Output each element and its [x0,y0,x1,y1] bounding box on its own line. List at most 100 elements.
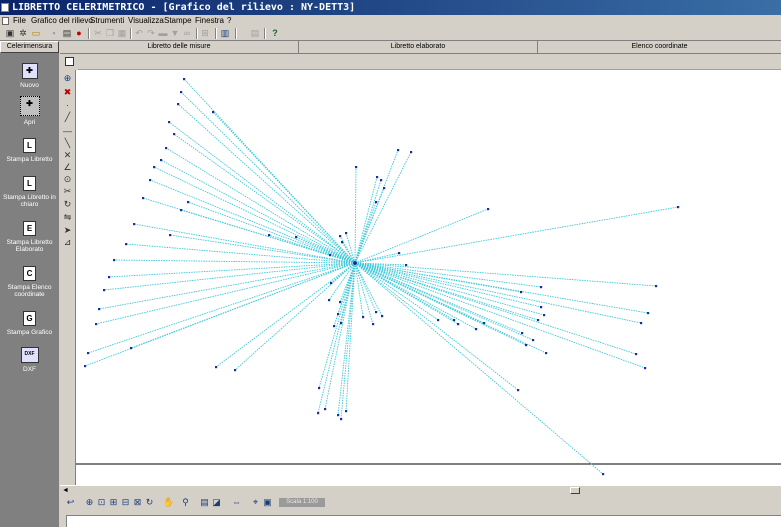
survey-point[interactable] [339,301,342,304]
scroll-thumb[interactable] [570,487,580,494]
help-icon[interactable]: ? [270,28,280,38]
zoom-extents-icon[interactable]: ⊞ [108,497,119,508]
horizontal-scrollbar[interactable]: ◄ [60,485,781,495]
survey-point[interactable] [160,159,163,162]
survey-point[interactable] [345,232,348,235]
survey-point[interactable] [317,412,320,415]
mirror-icon[interactable]: ⇋ [62,212,73,222]
survey-point[interactable] [215,366,218,369]
survey-point[interactable] [602,473,605,476]
survey-point[interactable] [405,264,408,267]
survey-point[interactable] [355,166,358,169]
station-point[interactable] [353,261,357,265]
survey-point[interactable] [410,151,413,154]
survey-point[interactable] [540,286,543,289]
survey-point[interactable] [521,332,524,335]
survey-point[interactable] [125,243,128,246]
survey-point[interactable] [635,353,638,356]
angle-icon[interactable]: ∠ [62,162,73,172]
survey-point[interactable] [341,241,344,244]
zoom-all-icon[interactable]: ⊠ [132,497,143,508]
sidebar-item-stampa-elenco[interactable]: C Stampa Elenco coordinate [0,266,59,298]
table-icon[interactable]: ▤ [250,28,260,38]
survey-point[interactable] [318,387,321,390]
menu-grafico[interactable]: Grafico del rilievo [31,16,93,26]
survey-point[interactable] [98,308,101,311]
survey-point[interactable] [149,179,152,182]
survey-point[interactable] [165,147,168,150]
survey-point[interactable] [525,344,528,347]
survey-point[interactable] [153,166,156,169]
undo-icon[interactable]: ↶ [134,28,144,38]
arrow-tool-icon[interactable]: ➤ [62,225,73,235]
survey-point[interactable] [234,369,237,372]
survey-point[interactable] [677,206,680,209]
survey-point[interactable] [483,322,486,325]
measure-icon[interactable]: ⊿ [62,237,73,247]
tab-elenco-coordinate[interactable]: Elenco coordinate [538,41,781,53]
survey-point[interactable] [133,223,136,226]
survey-point[interactable] [340,322,343,325]
survey-point[interactable] [520,291,523,294]
survey-point[interactable] [87,352,90,355]
menu-help[interactable]: ? [227,16,231,26]
swap-icon[interactable]: ⇔ [231,497,242,508]
survey-point[interactable] [340,418,343,421]
fill-icon[interactable]: ◪ [211,497,222,508]
tab-libretto-elaborato[interactable]: Libretto elaborato [299,41,538,53]
sidebar-item-stampa-libretto[interactable]: L Stampa Libretto [0,138,59,163]
survey-point[interactable] [84,365,87,368]
pan-icon[interactable]: ✋ [163,497,174,508]
survey-point[interactable] [345,410,348,413]
survey-point[interactable] [108,276,111,279]
survey-point[interactable] [537,319,540,322]
survey-point[interactable] [268,234,271,237]
sidebar-item-stampa-libretto-chiaro[interactable]: L Stampa Libretto in chiaro [0,176,59,208]
copy-icon[interactable]: ❐ [105,28,115,38]
survey-point[interactable] [295,236,298,239]
back-icon[interactable]: ↩ [65,497,76,508]
survey-point[interactable] [381,315,384,318]
hline-icon[interactable]: — [62,126,73,136]
survey-point[interactable] [398,252,401,255]
survey-point[interactable] [475,328,478,331]
redo-icon[interactable]: ↷ [146,28,156,38]
menu-visualizza[interactable]: Visualizza [128,16,164,26]
rotate-icon[interactable]: ↻ [62,199,73,209]
delete-point-icon[interactable]: ✖ [62,87,73,97]
menu-file[interactable]: File [13,16,26,26]
survey-point[interactable] [169,234,172,237]
survey-point[interactable] [375,311,378,314]
line-icon[interactable]: ╱ [62,112,73,122]
survey-point[interactable] [540,306,543,309]
survey-point[interactable] [142,197,145,200]
sidebar-item-stampa-elaborato[interactable]: E Stampa Libretto Elaborato [0,221,59,253]
survey-point[interactable] [545,352,548,355]
survey-point[interactable] [383,187,386,190]
survey-point[interactable] [212,111,215,114]
survey-point[interactable] [173,133,176,136]
survey-point[interactable] [187,201,190,204]
sidebar-item-dxf[interactable]: DXF DXF [0,347,59,373]
survey-point[interactable] [457,323,460,326]
grid-toggle[interactable] [60,54,78,70]
search-icon[interactable]: ⚲ [180,497,191,508]
survey-point[interactable] [453,319,456,322]
zoom-window-icon[interactable]: ⊡ [96,497,107,508]
cross-lines-icon[interactable]: ✕ [62,150,73,160]
survey-point[interactable] [517,389,520,392]
survey-point[interactable] [380,179,383,182]
survey-point[interactable] [437,319,440,322]
survey-point[interactable] [532,339,535,342]
print-icon[interactable]: ▤ [62,28,72,38]
node-icon[interactable]: ⌖ [250,497,261,508]
survey-point[interactable] [333,325,336,328]
scroll-left-arrow-icon[interactable]: ◄ [61,486,70,495]
survey-point[interactable] [487,208,490,211]
survey-point[interactable] [543,314,546,317]
sidebar-item-stampa-grafico[interactable]: G Stampa Grafico [0,311,59,336]
survey-point[interactable] [183,78,186,81]
survey-point[interactable] [644,367,647,370]
survey-point[interactable] [655,285,658,288]
survey-point[interactable] [95,323,98,326]
